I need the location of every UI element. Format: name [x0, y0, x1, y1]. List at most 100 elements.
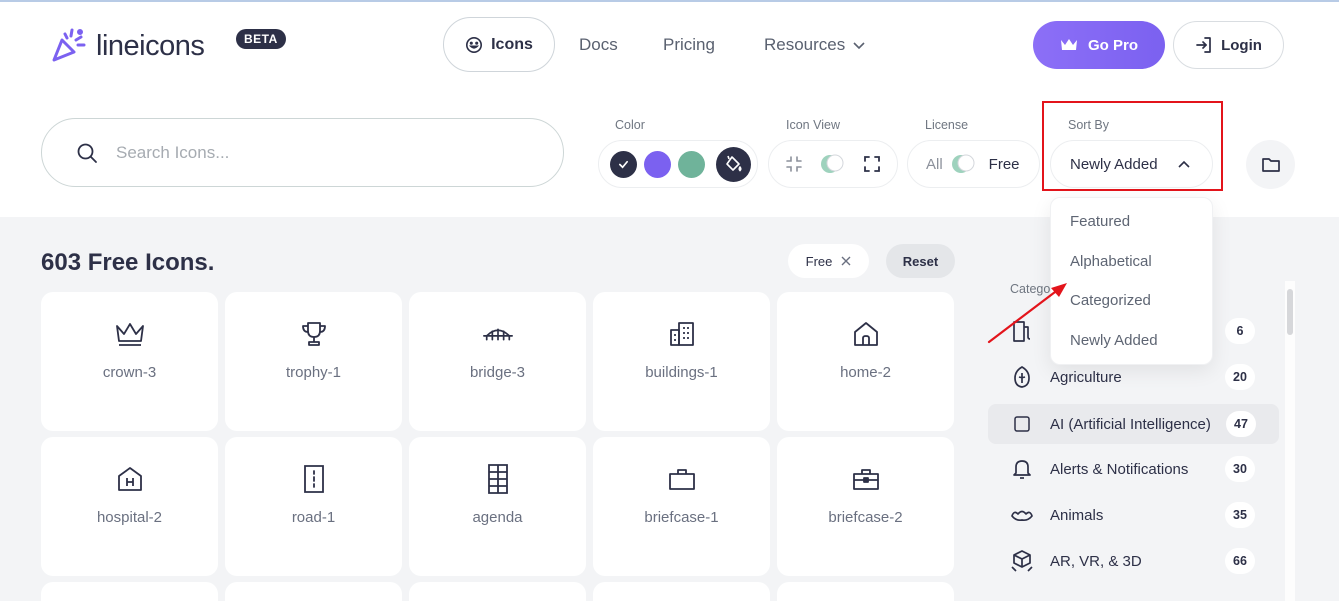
category-label: AI (Artificial Intelligence) — [1050, 415, 1211, 433]
license-filter: All Free — [907, 140, 1040, 188]
nav-icons[interactable]: Icons — [443, 17, 555, 72]
category-count: 47 — [1226, 411, 1256, 437]
icon-name: briefcase-1 — [644, 509, 719, 526]
icon-card[interactable] — [225, 582, 402, 601]
sort-option-newly-added[interactable]: Newly Added — [1051, 321, 1212, 361]
agriculture-icon — [1010, 365, 1034, 389]
icon-card[interactable]: crown-3 — [41, 292, 218, 431]
icon-card[interactable]: bridge-3 — [409, 292, 586, 431]
category-item-active[interactable]: AI (Artificial Intelligence) 47 — [988, 404, 1279, 444]
annotation-arrow — [987, 283, 1067, 344]
icon-name: briefcase-2 — [828, 509, 903, 526]
search-bar[interactable] — [41, 118, 564, 187]
brand-name: lineicons — [96, 29, 205, 62]
filter-chip-label: Free — [805, 253, 833, 269]
scrollbar-thumb[interactable] — [1287, 289, 1293, 335]
go-pro-button[interactable]: Go Pro — [1033, 21, 1165, 69]
crown-icon — [1060, 39, 1077, 50]
sort-dropdown-menu: Featured Alphabetical Categorized Newly … — [1050, 197, 1213, 365]
login-button[interactable]: Login — [1173, 21, 1284, 69]
nav-icons-label: Icons — [491, 35, 533, 53]
highlight-box — [1042, 101, 1223, 191]
license-toggle-icon[interactable] — [951, 153, 977, 175]
icon-view-label: Icon View — [786, 118, 840, 132]
icon-card[interactable] — [593, 582, 770, 601]
results-count: 603 Free Icons. — [41, 249, 215, 276]
alarm-icon — [1010, 457, 1034, 481]
filter-chip-free[interactable]: Free — [788, 244, 869, 278]
category-label: AR, VR, & 3D — [1050, 552, 1142, 570]
license-free[interactable]: Free — [989, 156, 1020, 173]
icon-card[interactable]: road-1 — [225, 437, 402, 576]
search-input[interactable] — [116, 142, 496, 163]
briefcase-2-icon — [852, 469, 879, 490]
icon-card[interactable] — [409, 582, 586, 601]
sort-option-categorized[interactable]: Categorized — [1051, 281, 1212, 321]
login-icon — [1196, 37, 1211, 53]
category-count: 6 — [1225, 318, 1255, 344]
icon-name: buildings-1 — [645, 364, 718, 381]
crown-icon — [115, 323, 144, 346]
folder-button[interactable] — [1246, 140, 1295, 189]
agenda-icon — [487, 464, 508, 494]
category-count: 66 — [1225, 548, 1255, 574]
category-count: 30 — [1225, 456, 1255, 482]
category-count: 35 — [1225, 502, 1255, 528]
hospital-icon — [117, 467, 142, 491]
icon-card[interactable]: hospital-2 — [41, 437, 218, 576]
category-count: 20 — [1225, 364, 1255, 390]
bridge-icon — [482, 328, 513, 341]
icon-name: hospital-2 — [96, 509, 163, 526]
icon-name: agenda — [472, 509, 523, 526]
category-label: Alerts & Notifications — [1050, 460, 1189, 478]
lineicons-logo-icon — [52, 28, 86, 62]
icon-name: bridge-3 — [469, 364, 526, 381]
category-item[interactable]: AR, VR, & 3D 66 — [988, 541, 1279, 581]
nav-docs[interactable]: Docs — [579, 35, 618, 55]
color-swatch-green[interactable] — [678, 150, 705, 178]
nav-resources-label: Resources — [764, 35, 846, 54]
sort-option-alphabetical[interactable]: Alphabetical — [1051, 242, 1212, 282]
icon-card[interactable] — [41, 582, 218, 601]
icon-view-filter — [768, 140, 898, 188]
check-icon — [619, 160, 628, 168]
sidebar-scrollbar[interactable] — [1285, 281, 1295, 601]
icon-card[interactable]: buildings-1 — [593, 292, 770, 431]
category-label: Agriculture — [1050, 368, 1122, 386]
home-icon — [853, 322, 878, 346]
search-icon — [77, 143, 97, 163]
category-item[interactable]: Animals 35 — [988, 495, 1279, 535]
maximize-icon[interactable] — [863, 155, 881, 173]
minimize-icon[interactable] — [785, 155, 803, 173]
color-filter — [598, 140, 758, 188]
license-all[interactable]: All — [926, 156, 943, 173]
icon-card[interactable]: briefcase-1 — [593, 437, 770, 576]
icon-card[interactable]: briefcase-2 — [777, 437, 954, 576]
reset-button[interactable]: Reset — [886, 244, 955, 278]
icon-name: road-1 — [291, 509, 336, 526]
smile-icon — [466, 36, 483, 53]
sort-option-featured[interactable]: Featured — [1051, 202, 1212, 242]
icon-card[interactable]: home-2 — [777, 292, 954, 431]
nav-resources[interactable]: Resources — [764, 35, 867, 55]
color-swatch-dark[interactable] — [610, 150, 637, 178]
color-label: Color — [615, 118, 645, 132]
close-icon[interactable] — [841, 256, 851, 266]
nav-pricing[interactable]: Pricing — [663, 35, 715, 55]
icon-card[interactable]: agenda — [409, 437, 586, 576]
icon-card[interactable]: trophy-1 — [225, 292, 402, 431]
icon-card[interactable] — [777, 582, 954, 601]
category-item[interactable]: Alerts & Notifications 30 — [988, 449, 1279, 489]
go-pro-label: Go Pro — [1087, 36, 1138, 54]
icon-name: home-2 — [840, 364, 891, 381]
login-label: Login — [1221, 36, 1262, 54]
color-swatch-purple[interactable] — [644, 150, 671, 178]
ar-vr-icon — [1010, 549, 1034, 573]
color-picker-button[interactable] — [716, 146, 751, 182]
logo[interactable]: lineicons — [50, 26, 205, 66]
road-icon — [303, 465, 324, 493]
toggle-switch-icon[interactable] — [820, 153, 846, 175]
icon-name: crown-3 — [102, 364, 157, 381]
folder-icon — [1261, 157, 1280, 172]
animals-icon — [1010, 503, 1034, 527]
